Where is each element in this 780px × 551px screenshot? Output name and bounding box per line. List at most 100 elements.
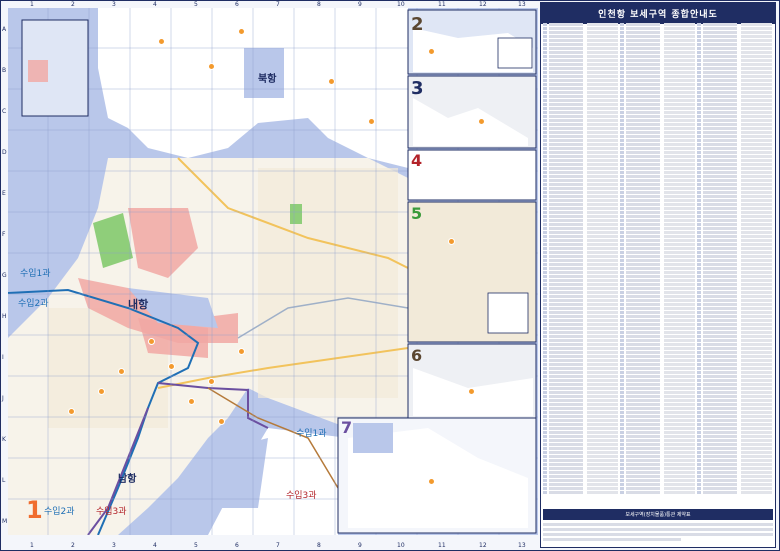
grid-column-label: 13	[518, 1, 526, 8]
legend-row	[543, 335, 618, 338]
legend-row	[543, 155, 618, 158]
legend-row	[620, 175, 695, 178]
legend-row	[543, 339, 618, 342]
legend-row	[697, 279, 772, 282]
grid-column-label-bottom: 8	[317, 542, 321, 549]
legend-row	[543, 223, 618, 226]
legend-row	[620, 415, 695, 418]
legend-row	[543, 27, 618, 30]
legend-row	[543, 447, 618, 450]
legend-row	[697, 319, 772, 322]
legend-table	[543, 23, 773, 503]
inset-2-detail	[497, 37, 533, 69]
grid-column-label-bottom: 13	[518, 542, 526, 549]
legend-row	[543, 323, 618, 326]
facility-pin[interactable]	[98, 388, 105, 395]
legend-row	[620, 243, 695, 246]
legend-row	[543, 91, 618, 94]
legend-row	[697, 103, 772, 106]
grid-column-label-bottom: 2	[71, 542, 75, 549]
grid-column-label: 11	[438, 1, 446, 8]
legend-row	[543, 115, 618, 118]
grid-row-label: C	[2, 108, 7, 115]
legend-row	[620, 27, 695, 30]
legend-row	[697, 447, 772, 450]
facility-pin[interactable]	[368, 118, 375, 125]
legend-row	[620, 287, 695, 290]
legend-row	[543, 331, 618, 334]
legend-row	[697, 439, 772, 442]
facility-pin[interactable]	[328, 78, 335, 85]
facility-pin[interactable]	[448, 238, 455, 245]
legend-row	[543, 87, 618, 90]
facility-pin[interactable]	[428, 478, 435, 485]
legend-row	[620, 411, 695, 414]
facility-pin[interactable]	[208, 378, 215, 385]
legend-row	[543, 291, 618, 294]
legend-row	[620, 347, 695, 350]
facility-pin[interactable]	[238, 348, 245, 355]
grid-column-label: 10	[397, 1, 405, 8]
facility-pin[interactable]	[158, 38, 165, 45]
legend-row	[620, 123, 695, 126]
legend-row	[543, 439, 618, 442]
legend-row	[543, 251, 618, 254]
zone-number-2: 2	[411, 14, 424, 35]
legend-row	[697, 287, 772, 290]
grid-row-label: B	[2, 67, 7, 74]
legend-row	[697, 351, 772, 354]
legend-row	[697, 455, 772, 458]
legend-row	[543, 467, 618, 470]
facility-pin[interactable]	[428, 48, 435, 55]
legend-row	[620, 311, 695, 314]
legend-row	[697, 99, 772, 102]
legend-row	[697, 263, 772, 266]
map-canvas[interactable]	[8, 8, 538, 535]
legend-row	[697, 179, 772, 182]
main-map[interactable]: 북항 내항 남항 수입1과 수입2과 수입1과 수입2과 수입3과 수입3과 1…	[8, 8, 538, 535]
legend-row	[620, 331, 695, 334]
facility-pin[interactable]	[208, 63, 215, 70]
legend-row	[620, 491, 695, 494]
facility-pin[interactable]	[188, 398, 195, 405]
legend-row	[697, 307, 772, 310]
legend-row	[620, 139, 695, 142]
legend-row	[697, 231, 772, 234]
facility-pin[interactable]	[478, 118, 485, 125]
facility-pin[interactable]	[148, 338, 155, 345]
legend-row	[697, 175, 772, 178]
legend-row	[697, 327, 772, 330]
legend-row	[543, 99, 618, 102]
legend-row	[620, 47, 695, 50]
legend-row	[543, 147, 618, 150]
facility-pin[interactable]	[118, 368, 125, 375]
legend-row	[697, 379, 772, 382]
legend-row	[543, 139, 618, 142]
legend-row	[543, 67, 618, 70]
facility-pin[interactable]	[168, 363, 175, 370]
legend-row	[620, 479, 695, 482]
legend-row	[620, 407, 695, 410]
legend-row	[697, 139, 772, 142]
legend-row	[543, 215, 618, 218]
legend-row	[697, 67, 772, 70]
legend-row	[543, 407, 618, 410]
legend-column-1	[543, 23, 618, 503]
facility-pin[interactable]	[468, 388, 475, 395]
legend-row	[697, 27, 772, 30]
legend-row	[620, 131, 695, 134]
legend-row	[620, 55, 695, 58]
grid-column-label-bottom: 6	[235, 542, 239, 549]
legend-row	[543, 227, 618, 230]
facility-pin[interactable]	[68, 408, 75, 415]
legend-row	[620, 323, 695, 326]
legend-row	[697, 171, 772, 174]
legend-row	[543, 207, 618, 210]
zone-number-6: 6	[411, 346, 423, 365]
legend-row	[697, 463, 772, 466]
facility-pin[interactable]	[238, 28, 245, 35]
legend-row	[620, 103, 695, 106]
legend-row	[620, 263, 695, 266]
facility-pin[interactable]	[218, 418, 225, 425]
legend-row	[543, 307, 618, 310]
